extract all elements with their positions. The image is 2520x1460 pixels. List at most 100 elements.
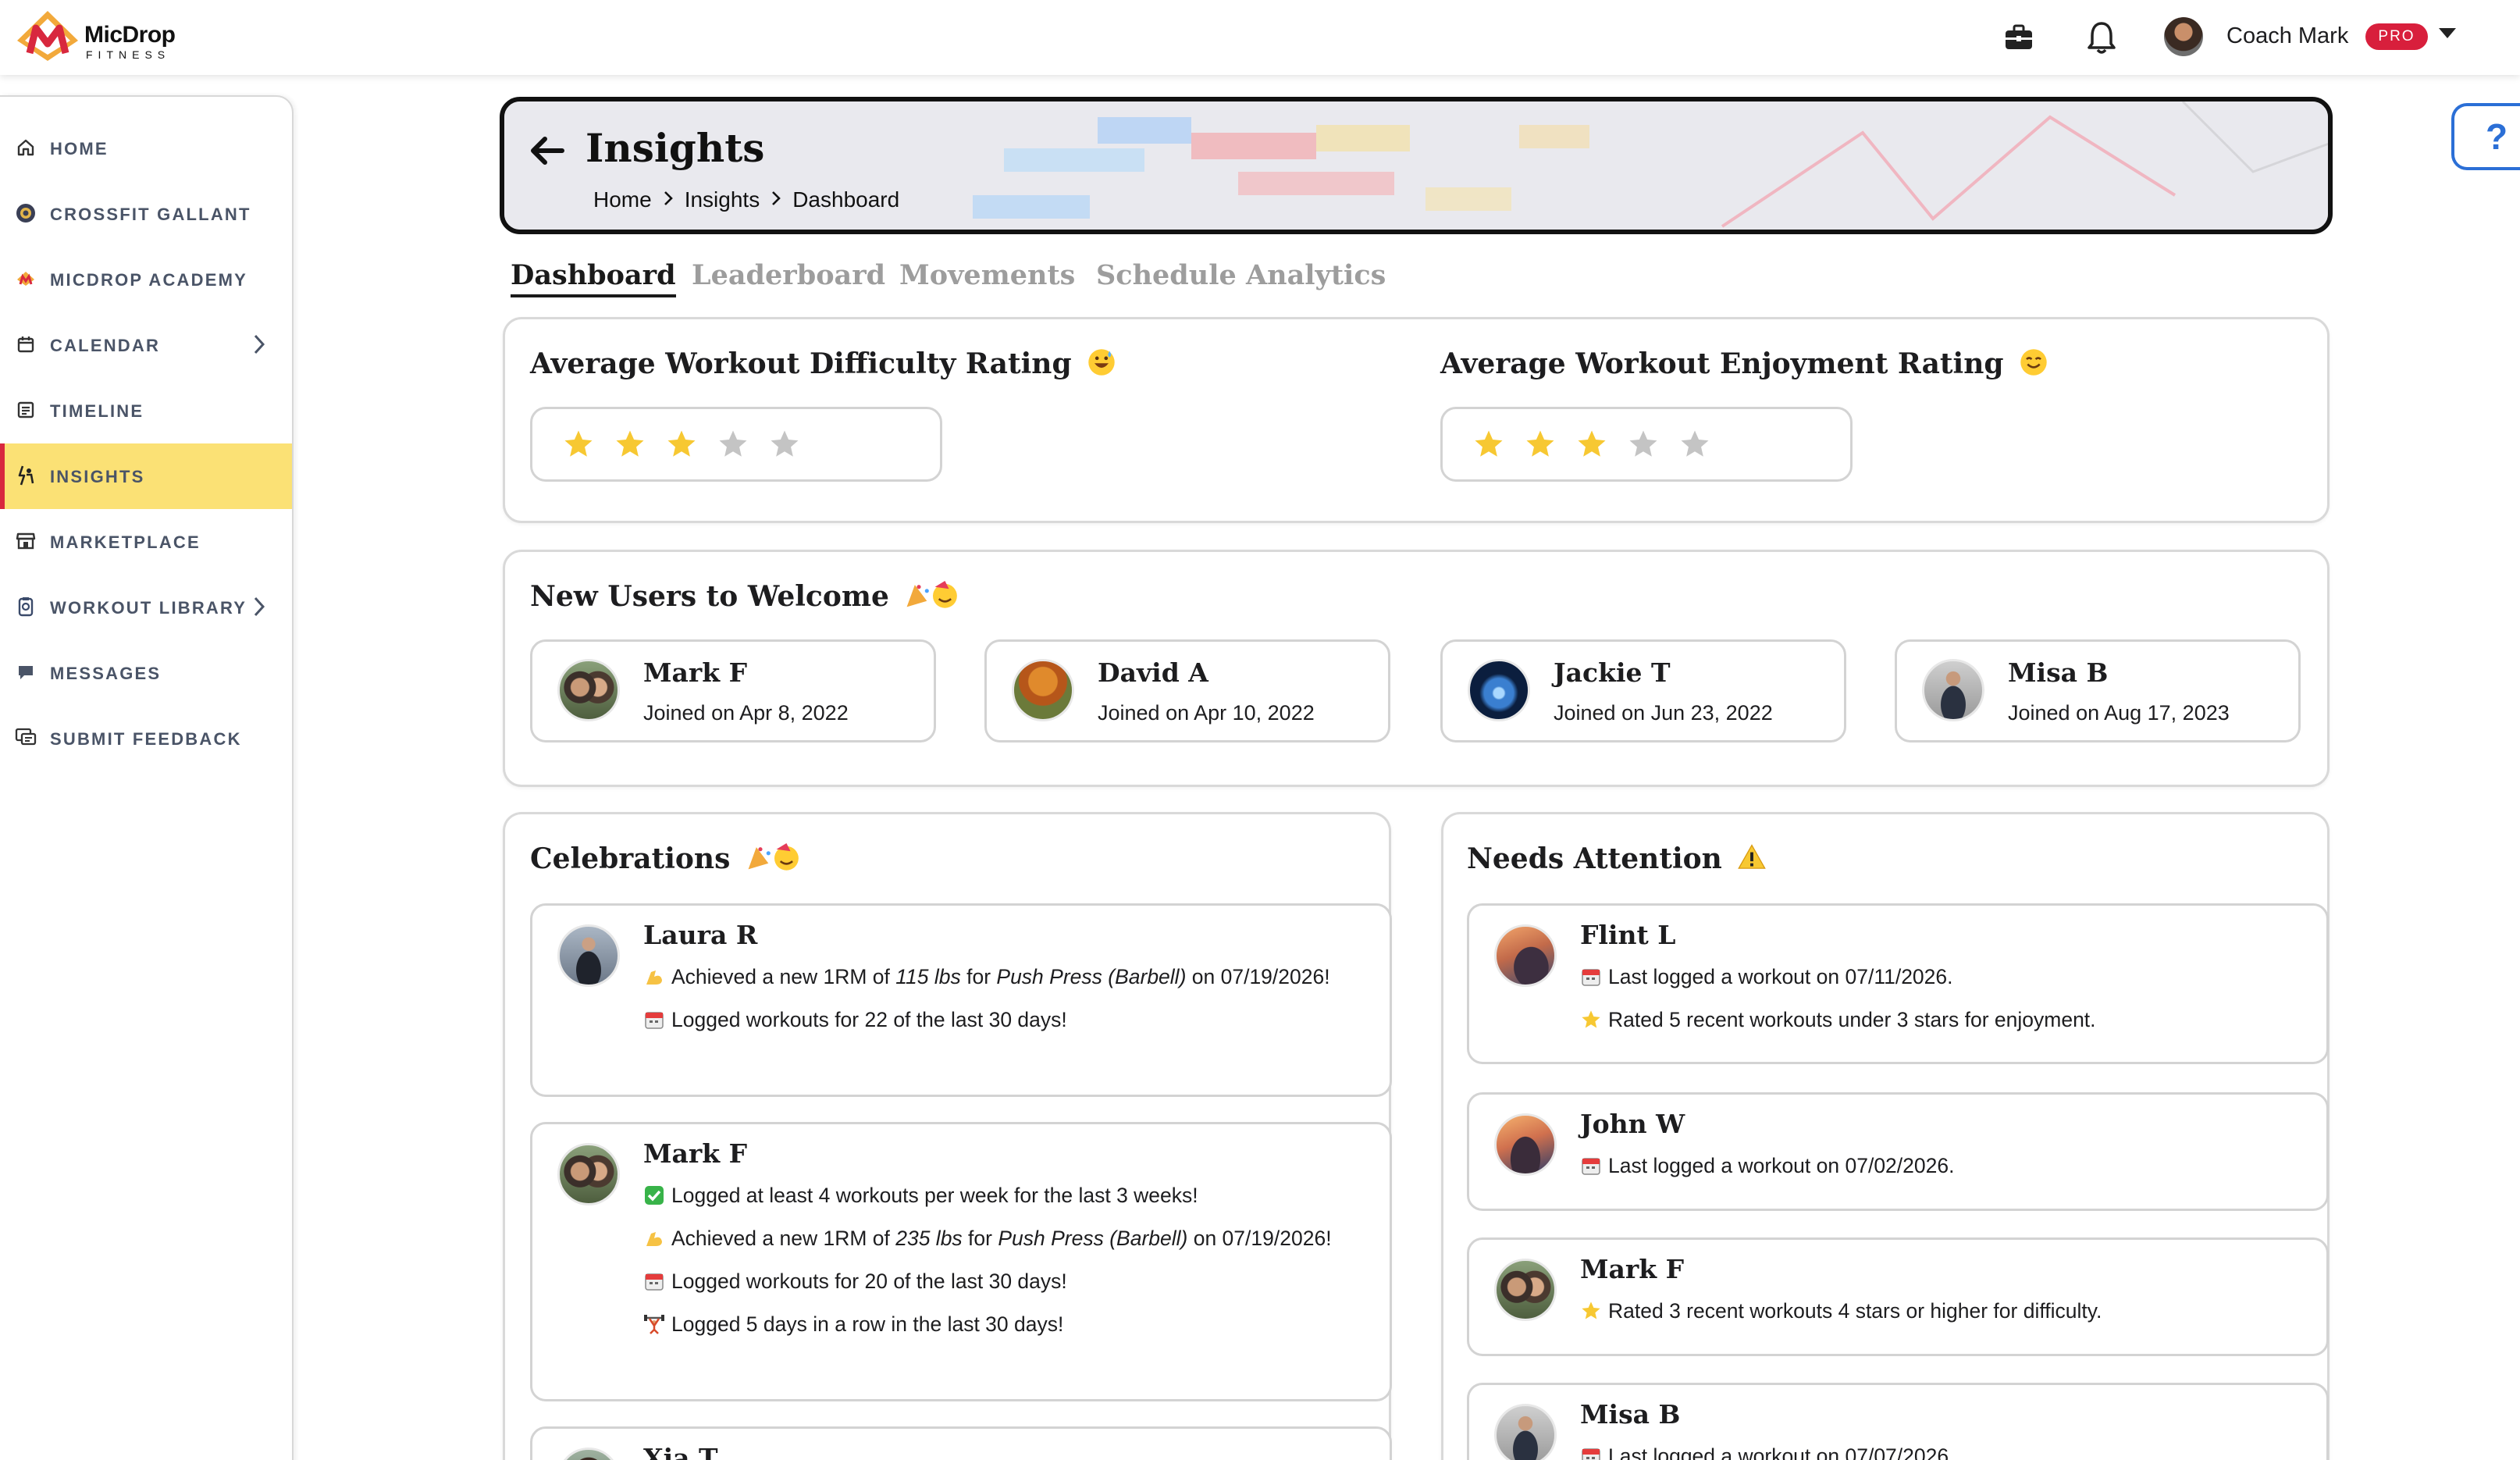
star-emoji-icon <box>1582 1010 1600 1028</box>
check-mark-emoji-icon <box>645 1186 664 1205</box>
user-menu-caret-icon[interactable] <box>2439 28 2456 38</box>
tab-movements[interactable]: Movements <box>899 259 1075 291</box>
notifications-bell-icon[interactable] <box>2081 17 2122 58</box>
sidebar-item-label: CROSSFIT GALLANT <box>50 205 251 224</box>
avatar <box>557 1448 620 1460</box>
avatar <box>557 1143 620 1205</box>
attention-entry[interactable]: John W Last logged a workout on 07/02/20… <box>1467 1092 2329 1211</box>
difficulty-rating-title-text: Average Workout Difficulty Rating <box>530 347 1072 380</box>
entry-name: Misa B <box>1580 1399 1681 1430</box>
entry-line: Logged at least 4 workouts per week for … <box>643 1180 1361 1211</box>
timeline-icon <box>14 398 37 422</box>
celebration-entry[interactable]: Xia T <box>530 1426 1392 1460</box>
help-button[interactable]: ? <box>2451 103 2520 170</box>
attention-entry[interactable]: Misa B Last logged a workout on 07/07/20… <box>1467 1383 2329 1460</box>
avatar <box>1494 1259 1557 1321</box>
chevron-right-icon <box>763 187 789 212</box>
user-avatar[interactable] <box>2164 17 2203 56</box>
entry-text: Logged workouts for 20 of the last 30 da… <box>671 1269 1067 1293</box>
entry-text: on 07/19/2026! <box>1187 1227 1332 1250</box>
sidebar-item-marketplace[interactable]: MARKETPLACE <box>0 509 292 575</box>
sidebar-item-crossfit-gallant[interactable]: CROSSFIT GALLANT <box>0 181 292 247</box>
store-icon <box>14 529 37 553</box>
star-icon <box>1475 430 1503 457</box>
entry-text: on 07/19/2026! <box>1186 965 1330 988</box>
sidebar-item-submit-feedback[interactable]: SUBMIT FEEDBACK <box>0 706 292 771</box>
calendar-emoji-icon <box>1582 1448 1600 1460</box>
grinning-sweat-emoji-icon <box>1088 349 1115 376</box>
tab-schedule-analytics[interactable]: Schedule Analytics <box>1096 259 1386 291</box>
new-user-joined: Joined on Jun 23, 2022 <box>1554 701 1773 725</box>
avatar <box>1494 1404 1557 1460</box>
difficulty-rating-title: Average Workout Difficulty Rating <box>530 347 1122 380</box>
entry-name: Xia T <box>643 1443 718 1460</box>
user-name[interactable]: Coach Mark <box>2226 23 2348 49</box>
enjoyment-stars <box>1440 407 1853 482</box>
enjoyment-rating-title: Average Workout Enjoyment Rating <box>1440 347 2054 380</box>
sidebar-item-insights[interactable]: INSIGHTS <box>0 443 292 509</box>
entry-line: Logged workouts for 20 of the last 30 da… <box>643 1266 1361 1297</box>
celebration-entry[interactable]: Mark F Logged at least 4 workouts per we… <box>530 1122 1392 1401</box>
attention-entry[interactable]: Mark F Rated 3 recent workouts 4 stars o… <box>1467 1237 2329 1356</box>
entry-weight: 235 lbs <box>895 1227 963 1250</box>
sidebar-item-micdrop-academy[interactable]: MICDROP ACADEMY <box>0 247 292 312</box>
library-icon <box>14 595 37 618</box>
calendar-emoji-icon <box>645 1273 664 1291</box>
breadcrumb-home[interactable]: Home <box>590 187 655 212</box>
breadcrumb: Home Insights Dashboard <box>590 187 902 212</box>
new-user-name: Misa B <box>2008 657 2109 688</box>
needs-attention-title-text: Needs Attention <box>1467 842 1722 875</box>
sidebar-item-messages[interactable]: MESSAGES <box>0 640 292 706</box>
avatar <box>1494 1113 1557 1176</box>
flexed-bicep-emoji-icon <box>646 1232 662 1246</box>
sidebar-item-timeline[interactable]: TIMELINE <box>0 378 292 443</box>
needs-attention-title: Needs Attention <box>1467 842 1772 875</box>
weightlifter-emoji-icon <box>644 1315 664 1334</box>
entry-text: Logged at least 4 workouts per week for … <box>671 1184 1198 1207</box>
celebrations-title-text: Celebrations <box>530 842 731 875</box>
breadcrumb-insights[interactable]: Insights <box>682 187 763 212</box>
avatar <box>557 924 620 987</box>
new-user-card[interactable]: David A Joined on Apr 10, 2022 <box>984 639 1390 742</box>
sidebar-item-label: INSIGHTS <box>50 467 145 486</box>
entry-line: Achieved a new 1RM of 115 lbs for Push P… <box>643 962 1361 992</box>
smiling-emoji-icon <box>2020 349 2047 376</box>
pro-badge: PRO <box>2365 23 2428 50</box>
brand-subtitle: FITNESS <box>86 48 171 61</box>
avatar <box>1468 659 1530 721</box>
new-user-card[interactable]: Mark F Joined on Apr 8, 2022 <box>530 639 936 742</box>
new-user-card[interactable]: Misa B Joined on Aug 17, 2023 <box>1895 639 2301 742</box>
star-empty-icon <box>1681 430 1709 457</box>
sidebar-item-label: MARKETPLACE <box>50 532 201 552</box>
sidebar-item-label: CALENDAR <box>50 336 161 355</box>
entry-movement: Push Press (Barbell) <box>998 1227 1188 1250</box>
avatar <box>557 659 620 721</box>
entry-text: for <box>962 1227 998 1250</box>
back-arrow-icon[interactable] <box>526 130 568 172</box>
micdrop-logo[interactable]: MicDrop FITNESS <box>14 8 186 69</box>
entry-movement: Push Press (Barbell) <box>996 965 1187 988</box>
star-icon <box>667 430 696 457</box>
tab-dashboard[interactable]: Dashboard <box>511 259 676 297</box>
new-users-title: New Users to Welcome <box>530 580 967 613</box>
tab-leaderboard[interactable]: Leaderboard <box>692 259 885 291</box>
entry-name: Mark F <box>1580 1254 1685 1284</box>
celebration-entry[interactable]: Laura R Achieved a new 1RM of 115 lbs fo… <box>530 903 1392 1097</box>
entry-line: Last logged a workout on 07/02/2026. <box>1580 1151 2298 1181</box>
enjoyment-rating-title-text: Average Workout Enjoyment Rating <box>1440 347 2004 380</box>
chevron-right-icon[interactable] <box>251 595 267 622</box>
entry-line: Logged workouts for 22 of the last 30 da… <box>643 1005 1361 1035</box>
page-header-banner: Insights Home Insights Dashboard <box>500 97 2333 234</box>
sidebar-item-label: MICDROP ACADEMY <box>50 270 248 290</box>
attention-entry[interactable]: Flint L Last logged a workout on 07/11/2… <box>1467 903 2329 1064</box>
chevron-right-icon[interactable] <box>251 333 267 360</box>
sidebar-item-calendar[interactable]: CALENDAR <box>0 312 292 378</box>
briefcase-icon[interactable] <box>1999 17 2039 58</box>
calendar-emoji-icon <box>1582 1158 1600 1175</box>
sidebar-item-label: TIMELINE <box>50 401 144 421</box>
sidebar-item-workout-library[interactable]: WORKOUT LIBRARY <box>0 575 292 640</box>
sidebar-item-home[interactable]: HOME <box>0 116 292 181</box>
entry-name: John W <box>1580 1109 1685 1139</box>
new-user-card[interactable]: Jackie T Joined on Jun 23, 2022 <box>1440 639 1846 742</box>
new-users-title-text: New Users to Welcome <box>530 580 889 613</box>
